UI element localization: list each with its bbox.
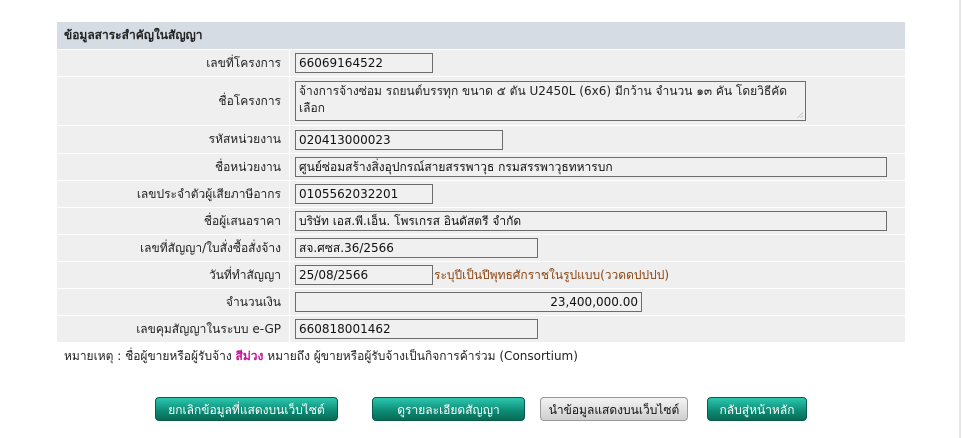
- label-project-name: ชื่อโครงการ: [57, 77, 290, 125]
- row-project-no: เลขที่โครงการ 66069164522: [57, 50, 905, 76]
- back-home-button[interactable]: กลับสู่หน้าหลัก: [707, 397, 807, 421]
- label-egp-no: เลขคุมสัญญาในระบบ e-GP: [57, 316, 290, 342]
- section-title: ข้อมูลสาระสำคัญในสัญญา: [57, 22, 905, 49]
- date-format-hint: ระบุปีเป็นปีพุทธศักราชในรูปแบบ(ววดดปปปป): [434, 267, 670, 282]
- window-edge: [959, 0, 961, 438]
- note-prefix: หมายเหตุ : ชื่อผู้ขายหรือผู้รับจ้าง: [64, 349, 232, 363]
- publish-button[interactable]: นำข้อมูลแสดงบนเว็บไซต์: [540, 397, 688, 421]
- row-dept-name: ชื่อหน่วยงาน ศูนย์ซ่อมสร้างสิ่งอุปกรณ์สา…: [57, 154, 905, 180]
- contract-no-field[interactable]: สจ.ศซส.36/2566: [295, 238, 538, 258]
- label-amount: จำนวนเงิน: [57, 289, 290, 315]
- row-dept-code: รหัสหน่วยงาน 020413000023: [57, 126, 905, 153]
- label-bidder: ชื่อผู้เสนอราคา: [57, 208, 290, 234]
- dept-name-field[interactable]: ศูนย์ซ่อมสร้างสิ่งอุปกรณ์สายสรรพาวุธ กรม…: [295, 157, 887, 177]
- note-suffix: หมายถึง ผู้ขายหรือผู้รับจ้างเป็นกิจการค้…: [267, 349, 578, 363]
- project-no-field[interactable]: 66069164522: [295, 53, 433, 73]
- cancel-publish-button[interactable]: ยกเลิกข้อมูลที่แสดงบนเว็บไซต์: [155, 397, 338, 421]
- label-project-no: เลขที่โครงการ: [57, 50, 290, 76]
- dept-code-field[interactable]: 020413000023: [295, 129, 503, 150]
- label-dept-code: รหัสหน่วยงาน: [57, 126, 290, 153]
- row-contract-date: วันที่ทำสัญญา 25/08/2566 ระบุปีเป็นปีพุทธ…: [57, 262, 905, 288]
- egp-no-field[interactable]: 660818001462: [295, 319, 538, 339]
- tax-id-field[interactable]: 0105562032201: [295, 184, 433, 204]
- label-tax-id: เลขประจำตัวผู้เสียภาษีอากร: [57, 181, 290, 207]
- contract-summary-panel: ข้อมูลสาระสำคัญในสัญญา เลขที่โครงการ 660…: [57, 22, 905, 343]
- label-dept-name: ชื่อหน่วยงาน: [57, 154, 290, 180]
- row-contract-no: เลขที่สัญญา/ใบสั่งซื้อสั่งจ้าง สจ.ศซส.36…: [57, 235, 905, 261]
- bidder-field[interactable]: บริษัท เอส.พี.เอ็น. โพรเกรส อินดัสตรี จำ…: [295, 211, 887, 231]
- row-egp-no: เลขคุมสัญญาในระบบ e-GP 660818001462: [57, 316, 905, 342]
- note-highlight: สีม่วง: [235, 349, 264, 363]
- row-amount: จำนวนเงิน 23,400,000.00: [57, 289, 905, 315]
- row-tax-id: เลขประจำตัวผู้เสียภาษีอากร 0105562032201: [57, 181, 905, 207]
- view-contract-detail-button[interactable]: ดูรายละเอียดสัญญา: [372, 397, 525, 421]
- row-bidder: ชื่อผู้เสนอราคา บริษัท เอส.พี.เอ็น. โพรเ…: [57, 208, 905, 234]
- label-contract-no: เลขที่สัญญา/ใบสั่งซื้อสั่งจ้าง: [57, 235, 290, 261]
- contract-date-field[interactable]: 25/08/2566: [295, 265, 433, 285]
- amount-field[interactable]: 23,400,000.00: [295, 292, 642, 312]
- row-project-name: ชื่อโครงการ จ้างการจ้างซ่อม รถยนต์บรรทุก…: [57, 77, 905, 125]
- consortium-note: หมายเหตุ : ชื่อผู้ขายหรือผู้รับจ้าง สีม่…: [64, 347, 578, 366]
- label-contract-date: วันที่ทำสัญญา: [57, 262, 290, 288]
- project-name-textarea[interactable]: จ้างการจ้างซ่อม รถยนต์บรรทุก ขนาด ๕ ตัน …: [295, 81, 806, 121]
